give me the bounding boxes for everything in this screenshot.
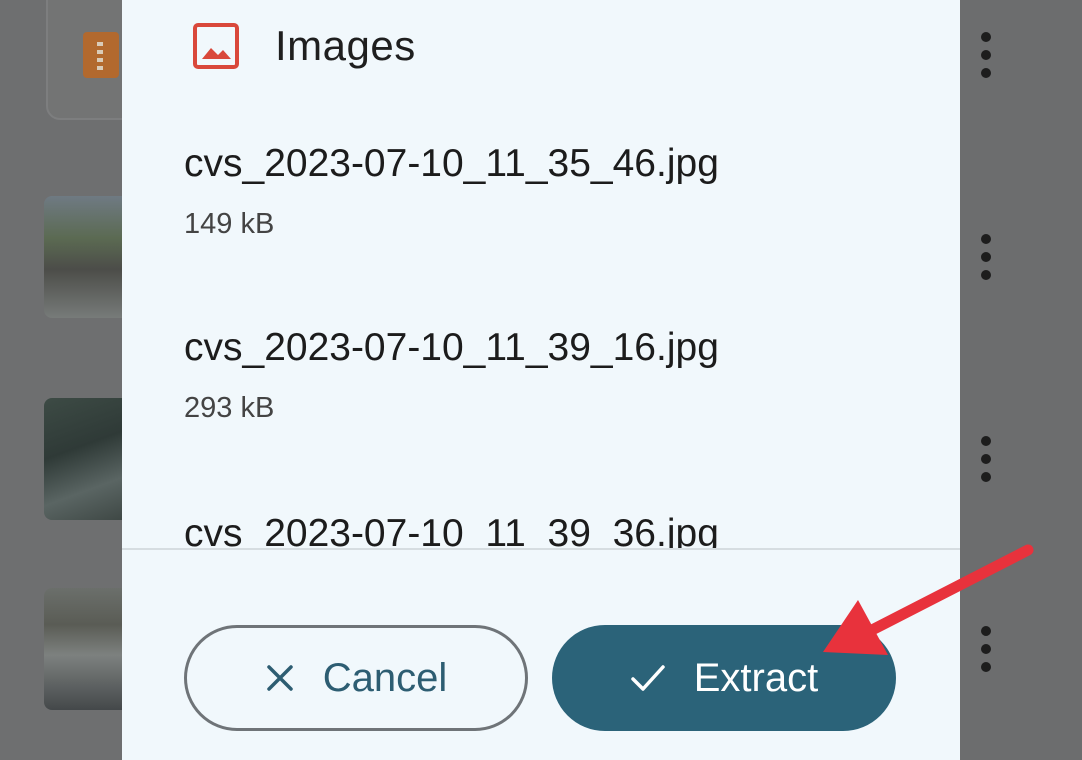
- more-vert-icon[interactable]: [979, 234, 993, 280]
- check-icon: [631, 665, 665, 691]
- extract-label: Extract: [693, 655, 819, 700]
- extract-button[interactable]: Extract: [552, 625, 896, 731]
- more-vert-icon[interactable]: [979, 436, 993, 482]
- file-size: 293 kB: [184, 392, 275, 424]
- close-icon: [266, 665, 293, 691]
- list-item[interactable]: cvs_2023-07-10_11_39_16.jpg 293 kB: [184, 326, 719, 425]
- file-name: cvs_2023-07-10_11_39_16.jpg: [184, 326, 719, 369]
- cancel-button[interactable]: Cancel: [184, 625, 528, 731]
- extract-dialog: Images cvs_2023-07-10_11_35_46.jpg 149 k…: [122, 0, 960, 760]
- list-item[interactable]: cvs_2023-07-10_11_39_36.jpg: [184, 512, 719, 550]
- cancel-label: Cancel: [322, 655, 448, 700]
- file-name: cvs_2023-07-10_11_39_36.jpg: [184, 512, 719, 550]
- zip-file-icon: [83, 32, 119, 78]
- more-vert-icon[interactable]: [979, 32, 993, 78]
- file-list[interactable]: cvs_2023-07-10_11_35_46.jpg 149 kB cvs_2…: [122, 100, 960, 550]
- image-thumbnail: [44, 196, 134, 318]
- dialog-title: Images: [275, 22, 416, 69]
- file-size: 149 kB: [184, 208, 275, 240]
- dialog-header: Images: [122, 0, 960, 100]
- image-thumbnail: [44, 588, 134, 710]
- divider: [122, 548, 960, 550]
- image-icon: [193, 23, 239, 69]
- more-vert-icon[interactable]: [979, 626, 993, 672]
- list-item[interactable]: cvs_2023-07-10_11_35_46.jpg 149 kB: [184, 142, 719, 241]
- file-name: cvs_2023-07-10_11_35_46.jpg: [184, 142, 719, 185]
- image-thumbnail: [44, 398, 134, 520]
